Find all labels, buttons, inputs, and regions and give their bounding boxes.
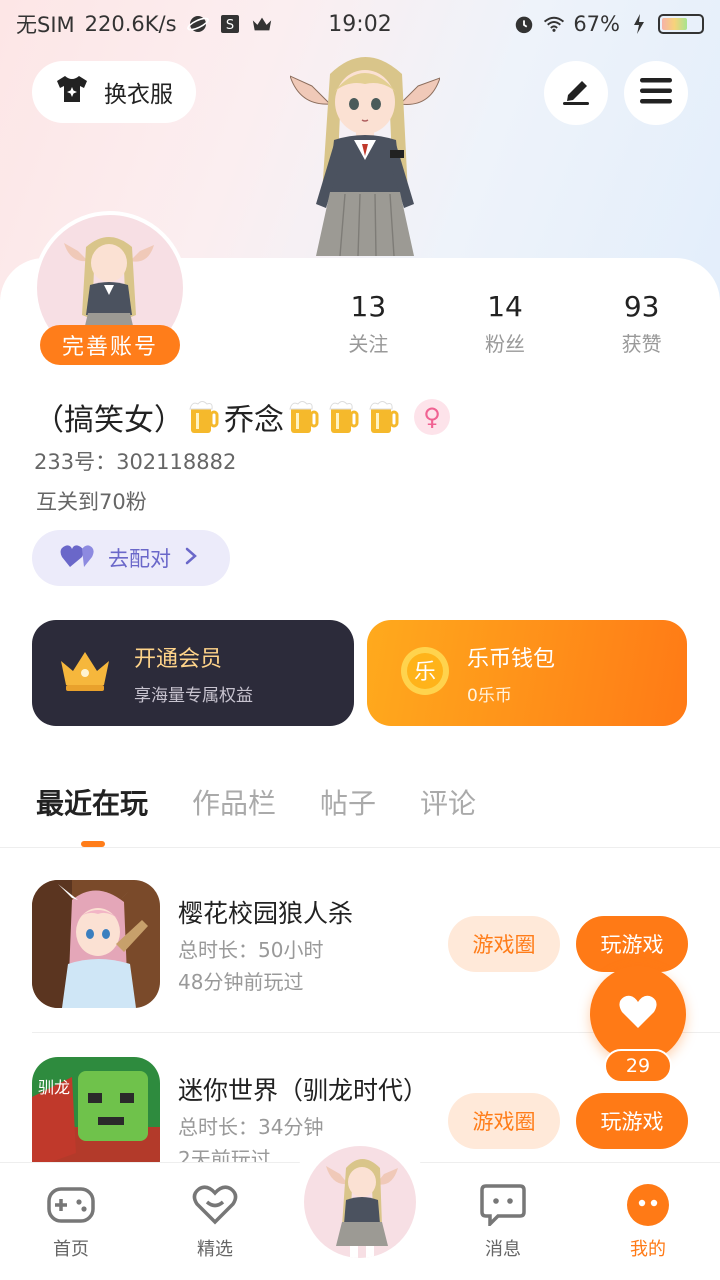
wallet-balance: 0乐币 — [467, 685, 512, 706]
go-match-button[interactable]: 去配对 — [32, 530, 230, 586]
go-match-label: 去配对 — [108, 547, 171, 571]
avatar-character[interactable] — [289, 44, 441, 260]
coin-wallet-card[interactable]: 乐 乐币钱包 0乐币 — [367, 620, 687, 726]
bio-text: 互关到70粉 — [36, 490, 147, 514]
double-heart-icon — [60, 543, 94, 574]
shirt-icon — [54, 74, 90, 110]
tab-comments[interactable]: 评论 — [420, 782, 476, 822]
female-icon: ♀ — [414, 399, 450, 435]
game-thumbnail[interactable] — [32, 880, 160, 1008]
nav-mine[interactable]: 我的 — [603, 1183, 693, 1261]
stat-likes[interactable]: 93 获赞 — [573, 290, 710, 357]
beer-emoji-icon — [367, 399, 401, 435]
profile-stats: 13 关注 14 粉丝 93 获赞 — [300, 290, 710, 357]
status-bar: 无SIM 220.6K/s S 19:02 67% — [0, 0, 720, 48]
edit-profile-button[interactable] — [544, 61, 608, 125]
chevron-right-icon — [185, 546, 197, 570]
nav-home[interactable]: 首页 — [26, 1183, 116, 1261]
profile-tabs: 最近在玩 作品栏 帖子 评论 — [36, 782, 476, 822]
nav-label: 消息 — [485, 1239, 521, 1260]
beer-emoji-icon — [287, 399, 321, 435]
game-duration: 总时长：50小时 — [178, 938, 324, 962]
game-circle-button[interactable]: 游戏圈 — [448, 916, 560, 972]
stat-number: 14 — [487, 290, 523, 323]
nav-featured[interactable]: 精选 — [170, 1183, 260, 1261]
tab-works[interactable]: 作品栏 — [192, 782, 276, 822]
gamepad-icon — [26, 1183, 116, 1227]
coin-icon: 乐 — [399, 645, 451, 701]
pen-icon — [560, 77, 592, 109]
heart-icon — [618, 994, 658, 1034]
nav-messages[interactable]: 消息 — [458, 1183, 548, 1261]
s-app-icon: S — [219, 13, 241, 35]
menu-button[interactable] — [624, 61, 688, 125]
game-circle-button[interactable]: 游戏圈 — [448, 1093, 560, 1149]
svg-text:S: S — [225, 18, 233, 33]
profile-face-icon — [603, 1183, 693, 1227]
heart-outline-icon — [170, 1183, 260, 1227]
game-duration: 总时长：34分钟 — [178, 1115, 324, 1139]
change-outfit-label: 换衣服 — [104, 82, 173, 108]
nav-avatar-button[interactable] — [304, 1146, 416, 1258]
game-name: 迷你世界（驯龙时代） — [178, 1076, 429, 1105]
nickname-main: 乔念 — [224, 403, 284, 438]
divider — [0, 847, 720, 848]
game-name: 樱花校园狼人杀 — [178, 899, 354, 928]
nickname: （搞笑女） 乔念 ♀ — [34, 395, 450, 439]
play-game-button[interactable]: 玩游戏 — [576, 1093, 688, 1149]
network-speed: 220.6K/s — [84, 12, 177, 36]
battery-icon — [658, 14, 704, 34]
floating-like-button[interactable] — [590, 966, 686, 1062]
change-outfit-button[interactable]: 换衣服 — [32, 61, 196, 123]
stat-label: 关注 — [348, 332, 389, 356]
alarm-icon — [513, 13, 535, 35]
vip-subtitle: 享海量专属权益 — [134, 685, 253, 706]
battery-percent: 67% — [573, 12, 620, 36]
nav-label: 我的 — [630, 1239, 666, 1260]
carrier-text: 无SIM — [16, 13, 75, 37]
play-game-button[interactable]: 玩游戏 — [576, 916, 688, 972]
chat-icon — [458, 1183, 548, 1227]
crown-icon — [251, 13, 273, 35]
stat-number: 13 — [350, 290, 387, 323]
gold-crown-icon — [58, 649, 112, 697]
nav-label: 首页 — [53, 1239, 89, 1260]
wifi-icon — [543, 13, 565, 35]
beer-emoji-icon — [327, 399, 361, 435]
stat-number: 93 — [623, 290, 660, 323]
planet-icon — [186, 13, 209, 35]
complete-account-button[interactable]: 完善账号 — [40, 325, 180, 365]
stat-followers[interactable]: 14 粉丝 — [437, 290, 574, 357]
tab-recently-played[interactable]: 最近在玩 — [36, 782, 148, 822]
nickname-prefix: （搞笑女） — [34, 403, 184, 438]
vip-title: 开通会员 — [134, 646, 223, 672]
nav-label: 精选 — [197, 1239, 233, 1260]
user-id[interactable]: 233号：302118882 — [34, 446, 236, 476]
stat-label: 粉丝 — [485, 332, 525, 356]
vip-membership-card[interactable]: 开通会员 享海量专属权益 — [32, 620, 354, 726]
stat-label: 获赞 — [621, 332, 662, 356]
wallet-title: 乐币钱包 — [467, 646, 556, 672]
charging-icon — [628, 13, 650, 35]
beer-emoji-icon — [187, 399, 221, 435]
thumbnail-logo-text: 驯龙 — [38, 1078, 70, 1097]
game-last-played: 48分钟前玩过 — [178, 970, 304, 994]
stat-following[interactable]: 13 关注 — [300, 290, 437, 357]
like-count-badge: 29 — [604, 1049, 672, 1083]
tab-posts[interactable]: 帖子 — [320, 782, 376, 822]
coin-glyph: 乐 — [414, 660, 436, 685]
menu-icon — [640, 78, 672, 108]
